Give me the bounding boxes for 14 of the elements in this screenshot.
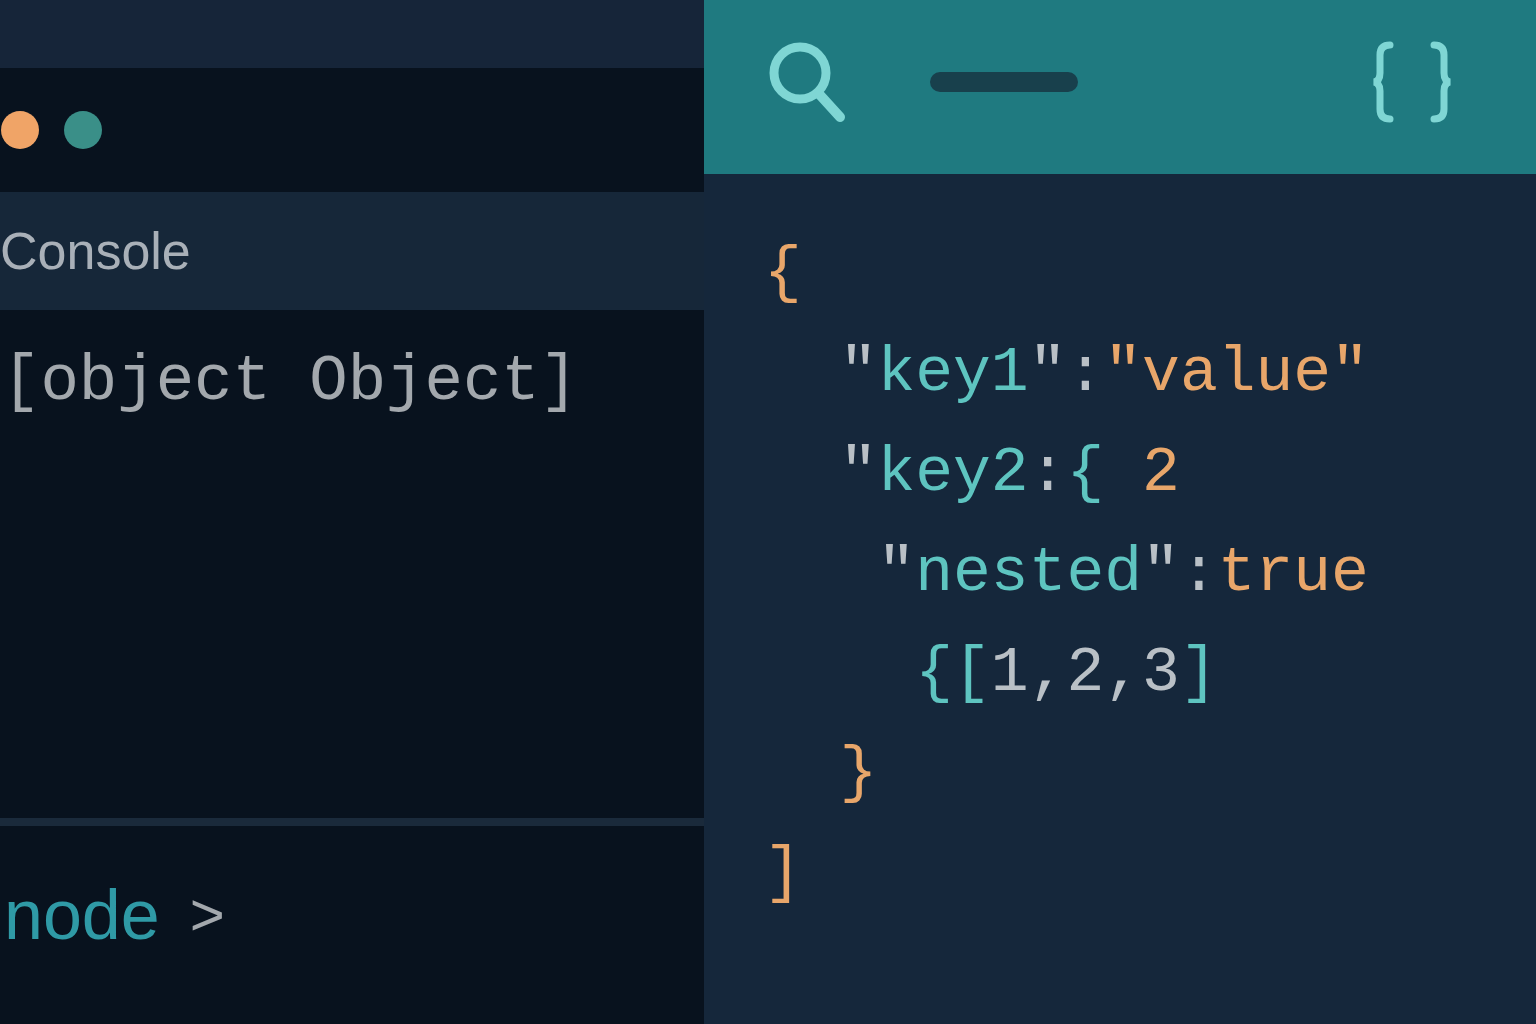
- code-line: "key1":"value": [838, 337, 1369, 411]
- search-bar[interactable]: [930, 72, 1078, 92]
- code-line: ]: [764, 837, 802, 911]
- code-line: {: [764, 237, 802, 311]
- code-line: "key2:{ 2: [838, 437, 1180, 511]
- code-line: }: [838, 737, 878, 811]
- code-line: "nested":true: [876, 537, 1369, 611]
- code-line: {[1,2,3]: [914, 637, 1218, 711]
- console-output: [object Object]: [2, 346, 579, 418]
- console-title: Console: [0, 225, 191, 277]
- prompt-command: node: [4, 880, 160, 950]
- prompt-symbol: >: [189, 885, 225, 945]
- search-icon[interactable]: [768, 41, 846, 123]
- braces-icon[interactable]: [1372, 41, 1452, 123]
